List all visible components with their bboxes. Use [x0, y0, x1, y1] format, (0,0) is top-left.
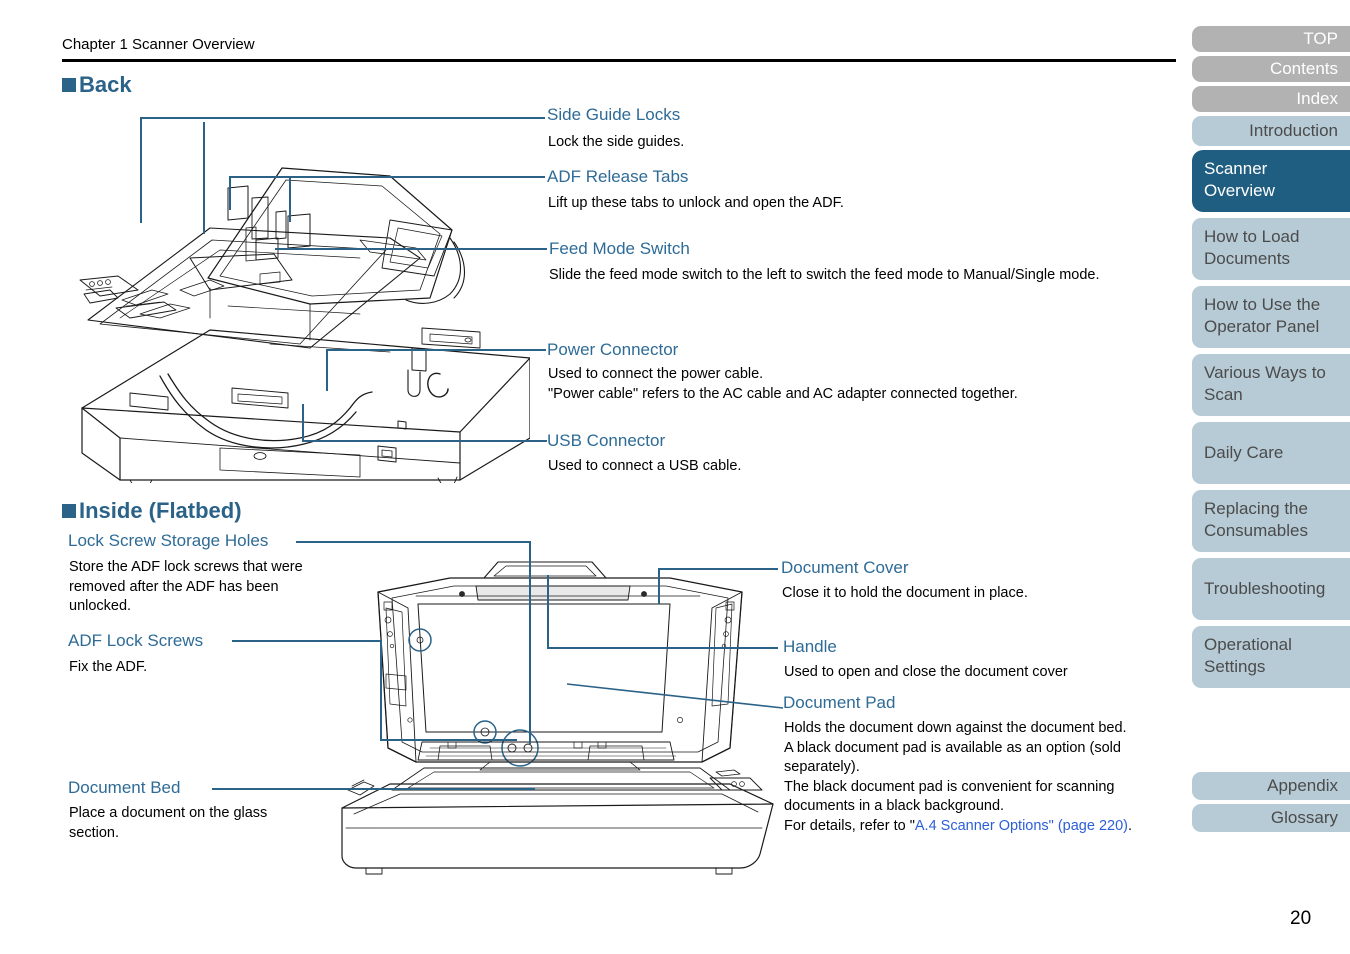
section-bullet-icon — [62, 78, 76, 92]
lock-screw-line3: unlocked. — [69, 598, 132, 614]
leader-line-power-connector-v — [326, 349, 328, 391]
callout-desc-adf-lock-screws: Fix the ADF. — [69, 659, 148, 675]
callout-desc-side-guide-locks: Lock the side guides. — [548, 134, 685, 150]
sidebar-item-scanner-overview[interactable]: Scanner Overview — [1192, 150, 1350, 212]
document-pad-line3: separately). — [784, 759, 860, 775]
section-bullet-icon-2 — [62, 504, 76, 518]
leader-line-document-cover-h — [658, 568, 778, 570]
sidebar-item-glossary[interactable]: Glossary — [1192, 804, 1350, 832]
sidebar-item-top[interactable]: TOP — [1192, 26, 1350, 52]
document-pad-line1: Holds the document down against the docu… — [784, 720, 1127, 736]
document-pad-line5: documents in a black background. — [784, 798, 1005, 814]
sidebar-item-operational-settings[interactable]: Operational Settings — [1192, 626, 1350, 688]
leader-line-handle-v — [547, 575, 549, 648]
callout-desc-handle: Used to open and close the document cove… — [784, 664, 1068, 680]
document-bed-line1: Place a document on the glass — [69, 805, 268, 821]
scanner-back-illustration — [79, 167, 530, 483]
leader-line-lock-screw-storage-h — [296, 541, 530, 543]
power-connector-line1: Used to connect the power cable. — [548, 366, 764, 382]
document-pad-line6-pre: For details, refer to " — [784, 817, 915, 834]
leader-line-document-cover-v — [658, 568, 660, 604]
callout-label-power-connector: Power Connector — [547, 340, 679, 359]
scanner-options-link[interactable]: A.4 Scanner Options" (page 220) — [915, 818, 1128, 834]
callout-desc-document-pad: Holds the document down against the docu… — [784, 719, 1132, 836]
section-heading-inside: Inside (Flatbed) — [62, 498, 242, 524]
sidebar-item-appendix[interactable]: Appendix — [1192, 772, 1350, 800]
callout-label-handle: Handle — [783, 637, 837, 656]
document-pad-line6: For details, refer to "A.4 Scanner Optio… — [784, 817, 1132, 837]
chapter-title: Chapter 1 Scanner Overview — [62, 36, 255, 53]
callout-label-lock-screw-storage-holes: Lock Screw Storage Holes — [68, 531, 269, 550]
page-number: 20 — [1290, 908, 1312, 929]
sidebar-item-how-to-use-the-operator-panel[interactable]: How to Use the Operator Panel — [1192, 286, 1350, 348]
sidebar-item-replacing-the-consumables[interactable]: Replacing the Consumables — [1192, 490, 1350, 552]
callout-desc-power-connector: Used to connect the power cable. "Power … — [548, 365, 1018, 404]
leader-line-power-connector-h — [326, 349, 546, 351]
manual-page: Chapter 1 Scanner Overview Back Side Gui… — [0, 0, 1350, 954]
callout-label-adf-release-tabs: ADF Release Tabs — [547, 167, 689, 186]
callout-desc-adf-release-tabs: Lift up these tabs to unlock and open th… — [548, 195, 844, 211]
leader-line-adf-release-tabs-v2 — [229, 176, 231, 210]
lock-screw-line2: removed after the ADF has been — [69, 578, 279, 595]
callout-label-document-cover: Document Cover — [781, 558, 909, 577]
section-heading-back-label: Back — [79, 72, 132, 97]
section-heading-inside-label: Inside (Flatbed) — [79, 498, 242, 523]
callout-desc-document-cover: Close it to hold the document in place. — [782, 585, 1028, 601]
leader-line-adf-lock-screws-h2 — [380, 739, 517, 741]
leader-line-adf-release-tabs-v1 — [289, 176, 291, 222]
document-pad-line2: A black document pad is available as an … — [784, 739, 1121, 756]
power-connector-line2: "Power cable" refers to the AC cable and… — [548, 385, 1018, 402]
callout-label-feed-mode-switch: Feed Mode Switch — [549, 239, 690, 258]
callout-label-document-bed: Document Bed — [68, 778, 181, 797]
document-pad-line4: The black document pad is convenient for… — [784, 778, 1115, 795]
callout-desc-feed-mode-switch: Slide the feed mode switch to the left t… — [549, 267, 1100, 283]
callout-label-side-guide-locks: Side Guide Locks — [547, 105, 681, 124]
section-heading-back: Back — [62, 72, 132, 98]
sidebar-item-index[interactable]: Index — [1192, 86, 1350, 112]
leader-line-adf-release-tabs-h2 — [229, 176, 291, 178]
leader-line-lock-screw-storage-v — [529, 541, 531, 744]
leader-line-feed-mode-switch-h — [275, 248, 547, 250]
lock-screw-line1: Store the ADF lock screws that were — [69, 559, 303, 575]
sidebar-item-troubleshooting[interactable]: Troubleshooting — [1192, 558, 1350, 620]
sidebar-item-various-ways-to-scan[interactable]: Various Ways to Scan — [1192, 354, 1350, 416]
leader-line-usb-connector-h — [302, 440, 547, 442]
leader-line-handle-h — [547, 647, 778, 649]
leader-line-side-guide-locks-h — [140, 117, 545, 119]
callout-desc-lock-screw-storage-holes: Store the ADF lock screws that were remo… — [69, 558, 303, 617]
leader-line-side-guide-locks-v1 — [140, 117, 142, 223]
leader-line-document-bed-h — [212, 788, 535, 790]
document-bed-line2: section. — [69, 824, 119, 841]
leader-line-usb-connector-v — [302, 404, 304, 441]
leader-line-adf-lock-screws-v — [380, 640, 382, 740]
flatbed-open-illustration — [341, 561, 774, 875]
callout-label-adf-lock-screws: ADF Lock Screws — [68, 631, 204, 650]
sidebar-item-how-to-load-documents[interactable]: How to Load Documents — [1192, 218, 1350, 280]
navigation-sidebar: TOP Contents Index Introduction Scanner … — [1192, 26, 1350, 836]
leader-line-adf-release-tabs-h — [289, 176, 545, 178]
callout-label-usb-connector: USB Connector — [547, 431, 666, 450]
sidebar-item-daily-care[interactable]: Daily Care — [1192, 422, 1350, 484]
sidebar-item-introduction[interactable]: Introduction — [1192, 116, 1350, 146]
document-pad-line6-post: . — [1128, 817, 1133, 834]
sidebar-item-contents[interactable]: Contents — [1192, 56, 1350, 82]
leader-line-document-pad-diagonal — [566, 683, 784, 709]
callout-desc-usb-connector: Used to connect a USB cable. — [548, 458, 742, 474]
callout-label-document-pad: Document Pad — [783, 693, 896, 712]
header-divider — [62, 59, 1176, 62]
leader-line-side-guide-locks-v2 — [203, 122, 205, 234]
callout-desc-document-bed: Place a document on the glass section. — [69, 804, 267, 843]
leader-line-adf-lock-screws-h — [232, 640, 381, 642]
